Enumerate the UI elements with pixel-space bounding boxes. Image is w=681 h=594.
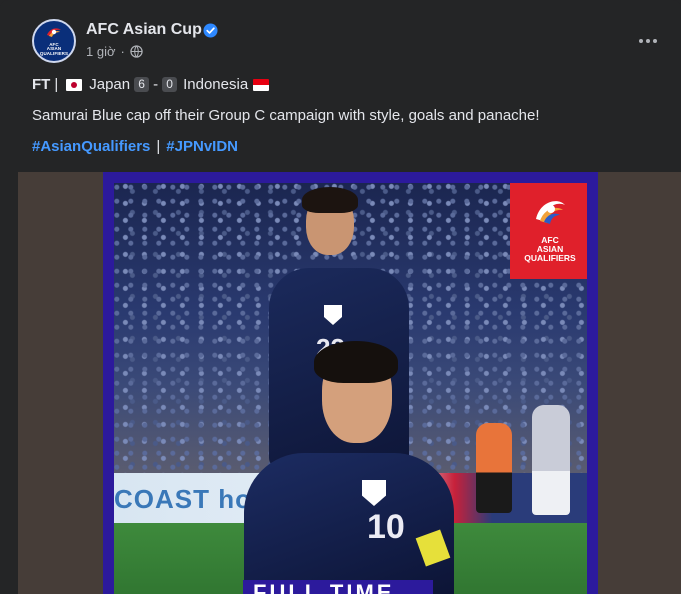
verified-badge-icon bbox=[203, 23, 218, 38]
player-front-number: 10 bbox=[367, 508, 405, 546]
full-time-text: FULL TIME bbox=[253, 580, 395, 594]
image-frame: COAST hote 22 10 bbox=[103, 172, 598, 594]
afc-qualifiers-badge: AFC ASIAN QUALIFIERS bbox=[510, 183, 587, 279]
more-options-button[interactable] bbox=[630, 27, 666, 55]
hashtag-line: #AsianQualifiers | #JPNvIDN bbox=[32, 138, 238, 155]
player-front-hair bbox=[314, 341, 398, 383]
globe-icon bbox=[130, 45, 143, 58]
match-photo: COAST hote 22 10 bbox=[114, 183, 587, 594]
facebook-post: AFC ASIAN QUALIFIERS AFC Asian Cup 1 giờ… bbox=[0, 0, 681, 594]
afc-swoosh-icon bbox=[536, 201, 565, 224]
meta-separator: · bbox=[120, 44, 125, 59]
referee-figure bbox=[476, 423, 512, 513]
avatar-logo: AFC ASIAN QUALIFIERS bbox=[40, 26, 68, 57]
post-caption: Samurai Blue cap off their Group C campa… bbox=[32, 107, 540, 124]
japan-flag-icon bbox=[66, 78, 83, 91]
avatar-text-qualifiers: QUALIFIERS bbox=[39, 50, 69, 56]
more-options-icon bbox=[646, 39, 650, 43]
page-avatar[interactable]: AFC ASIAN QUALIFIERS bbox=[32, 19, 76, 63]
score-home: 6 bbox=[134, 77, 150, 92]
player-back-hair bbox=[302, 187, 358, 213]
post-image[interactable]: COAST hote 22 10 bbox=[18, 172, 681, 594]
team-away: Indonesia bbox=[183, 76, 249, 93]
score-line: FT | Japan 6 - 0 Indonesia bbox=[32, 76, 270, 93]
team-home: Japan bbox=[89, 76, 131, 93]
score-away: 0 bbox=[162, 77, 178, 92]
score-prefix: FT bbox=[32, 76, 51, 93]
score-dash: - bbox=[153, 76, 159, 93]
page-name[interactable]: AFC Asian Cup bbox=[86, 21, 202, 39]
post-meta: 1 giờ · bbox=[86, 44, 143, 59]
hashtag-asianqualifiers[interactable]: #AsianQualifiers bbox=[32, 138, 150, 155]
badge-text-qualifiers: QUALIFIERS bbox=[524, 253, 576, 263]
score-divider: | bbox=[54, 76, 59, 93]
more-options-icon bbox=[653, 39, 657, 43]
player-front-body bbox=[244, 453, 454, 594]
indonesia-flag-icon bbox=[253, 78, 270, 91]
afc-swoosh-icon bbox=[46, 28, 61, 37]
opponent-figure bbox=[532, 405, 570, 515]
post-time[interactable]: 1 giờ bbox=[86, 44, 116, 59]
hashtag-separator: | bbox=[156, 138, 161, 155]
more-options-icon bbox=[639, 39, 643, 43]
hashtag-jpnvidn[interactable]: #JPNvIDN bbox=[166, 138, 238, 155]
